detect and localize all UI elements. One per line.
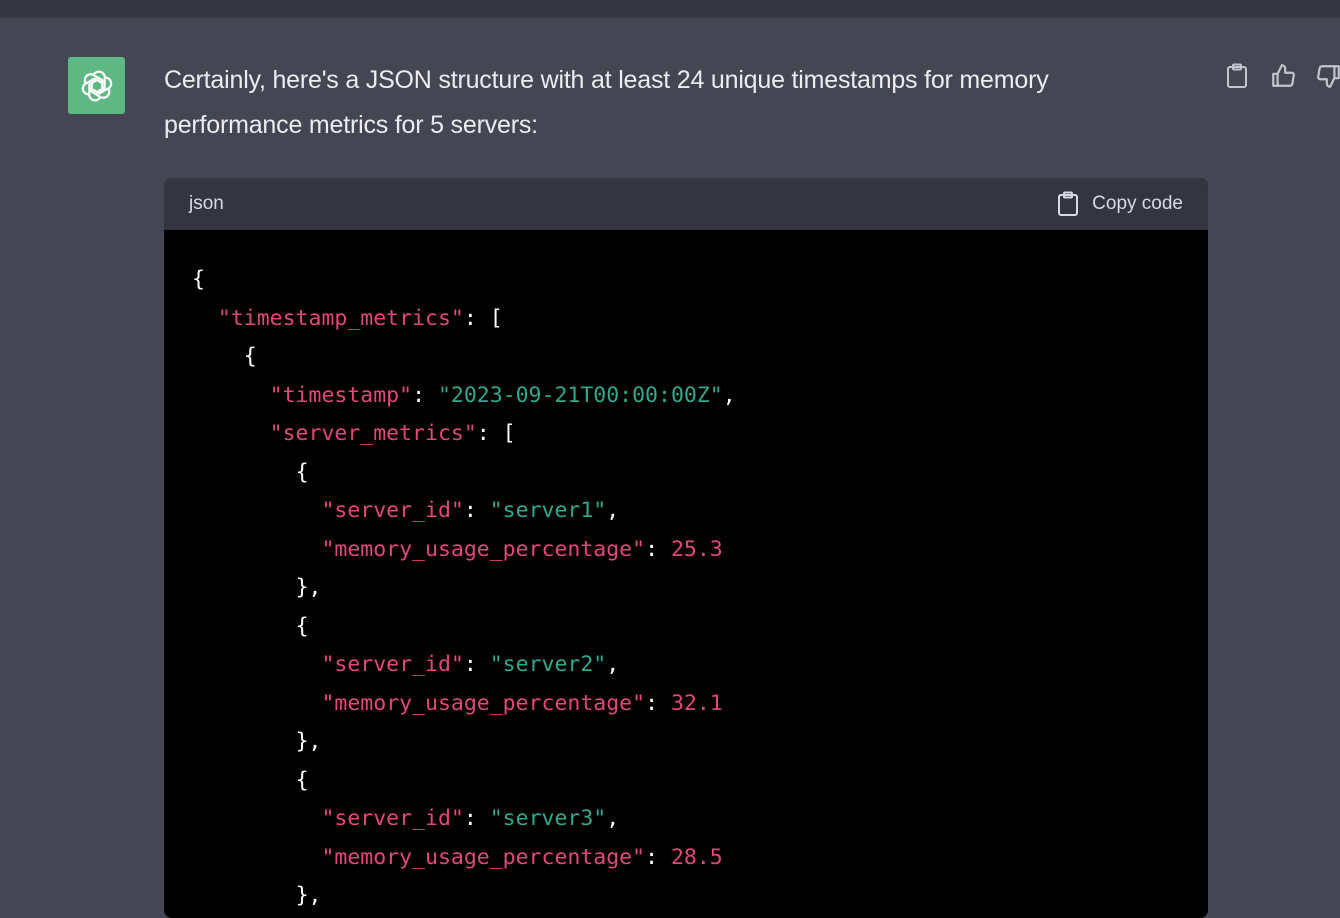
code-token-num: 25.3: [670, 536, 723, 562]
message-line-1: Certainly, here's a JSON structure with …: [164, 66, 1049, 94]
code-line: "server_metrics": [: [192, 415, 1180, 454]
code-token-punc: :: [645, 536, 671, 562]
code-token-punc: :: [645, 844, 671, 870]
code-token-punc: },: [295, 883, 322, 908]
copy-code-label: Copy code: [1092, 193, 1183, 214]
thumbs-down-icon: [1317, 65, 1340, 88]
code-token-punc: ,: [606, 652, 620, 677]
code-line: {: [192, 762, 1180, 801]
code-line: "timestamp": "2023-09-21T00:00:00Z",: [192, 377, 1180, 416]
code-token-key: "memory_usage_percentage": [321, 844, 646, 870]
code-token-punc: ,: [606, 498, 620, 523]
copy-code-button[interactable]: Copy code: [1057, 191, 1183, 217]
code-token-punc: :: [412, 382, 438, 408]
code-token-punc: {: [295, 459, 309, 485]
openai-logo-icon: [81, 70, 112, 101]
code-token-key: "server_metrics": [269, 421, 477, 446]
code-line: },: [192, 723, 1180, 762]
code-line: "server_id": "server3",: [192, 800, 1180, 839]
code-token-punc: :: [645, 690, 671, 716]
code-token-punc: : [: [463, 305, 503, 331]
code-token-punc: {: [243, 344, 257, 369]
code-line: "memory_usage_percentage": 25.3: [192, 531, 1180, 570]
code-line: {: [192, 608, 1180, 647]
code-token-num: 32.1: [670, 690, 723, 716]
message-line-2: performance metrics for 5 servers:: [164, 111, 538, 139]
code-token-key: "timestamp_metrics": [217, 305, 464, 331]
assistant-avatar: [68, 57, 125, 114]
code-token-key: "timestamp": [269, 382, 413, 408]
code-line: "server_id": "server1",: [192, 492, 1180, 531]
code-language-label: json: [189, 193, 224, 214]
thumbs-up-icon: [1272, 64, 1295, 87]
code-content: { "timestamp_metrics": [ { "timestamp": …: [164, 230, 1208, 916]
code-token-punc: {: [192, 267, 205, 292]
thumbs-up-button[interactable]: [1270, 60, 1296, 92]
code-line: {: [192, 261, 1180, 300]
code-line: "server_id": "server2",: [192, 646, 1180, 685]
code-token-key: "memory_usage_percentage": [321, 536, 646, 562]
code-token-num: 28.5: [670, 844, 723, 870]
code-block-header: json Copy code: [164, 178, 1208, 230]
code-token-str: "server3": [489, 806, 607, 831]
code-line: {: [192, 338, 1180, 377]
code-line: "memory_usage_percentage": 32.1: [192, 685, 1180, 724]
code-line: {: [192, 454, 1180, 493]
code-token-str: "2023-09-21T00:00:00Z": [437, 382, 723, 408]
code-token-punc: },: [295, 729, 322, 754]
code-token-key: "server_id": [321, 806, 464, 831]
code-token-str: "server1": [489, 498, 607, 523]
code-token-punc: ,: [606, 806, 620, 831]
code-line: },: [192, 877, 1180, 916]
code-token-punc: : [: [476, 421, 516, 446]
code-line: "timestamp_metrics": [: [192, 300, 1180, 339]
code-token-punc: :: [463, 806, 490, 831]
clipboard-icon: [1058, 191, 1079, 216]
code-token-punc: :: [463, 498, 490, 523]
clipboard-icon: [1227, 63, 1247, 88]
code-token-punc: {: [295, 767, 309, 793]
code-token-key: "server_id": [321, 652, 464, 677]
assistant-message: Certainly, here's a JSON structure with …: [164, 58, 1164, 148]
code-token-punc: ,: [722, 382, 736, 408]
code-token-punc: },: [295, 575, 322, 600]
thumbs-down-button[interactable]: [1316, 60, 1340, 92]
code-token-str: "server2": [489, 652, 607, 677]
message-actions: [1224, 60, 1340, 92]
code-line: "memory_usage_percentage": 28.5: [192, 839, 1180, 878]
code-token-key: "memory_usage_percentage": [321, 690, 646, 716]
code-token-punc: {: [295, 613, 309, 639]
code-block: json Copy code { "timestamp_metrics": [ …: [164, 178, 1208, 918]
code-line: },: [192, 569, 1180, 608]
code-token-punc: :: [463, 652, 490, 677]
top-bar: [0, 0, 1340, 18]
copy-message-button[interactable]: [1224, 60, 1250, 92]
code-token-key: "server_id": [321, 498, 464, 523]
